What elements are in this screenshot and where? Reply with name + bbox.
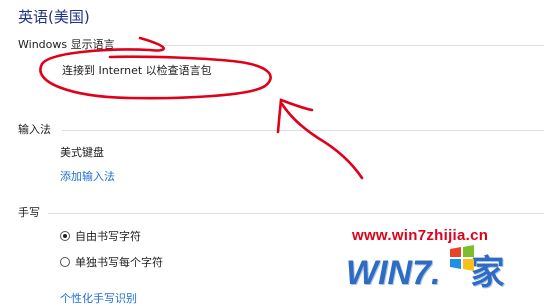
- watermark-url: www.win7zhijia.cn: [352, 227, 489, 244]
- keyboard-item: 美式键盘: [60, 146, 104, 159]
- display-language-section-title: Windows 显示语言: [18, 38, 115, 51]
- input-method-divider: [62, 130, 544, 131]
- personalize-handwriting-link[interactable]: 个性化手写识别: [60, 290, 137, 306]
- radio-freeform-writing[interactable]: 自由书写字符: [60, 228, 141, 244]
- annotation-arrow: [280, 102, 364, 180]
- display-language-status: 连接到 Internet 以检查语言包: [62, 64, 212, 77]
- radio-button[interactable]: [60, 257, 70, 267]
- radio-single-character-writing[interactable]: 单独书写每个字符: [60, 254, 163, 270]
- handwriting-section-title: 手写: [18, 206, 40, 219]
- radio-label: 单独书写每个字符: [75, 256, 163, 269]
- add-input-method-link[interactable]: 添加输入法: [60, 168, 115, 184]
- input-method-section-title: 输入法: [18, 123, 51, 136]
- handwriting-divider: [48, 213, 544, 214]
- display-language-divider: [160, 45, 544, 46]
- radio-label: 自由书写字符: [75, 230, 141, 243]
- annotation-arrowhead: [276, 98, 314, 134]
- page-title: 英语(美国): [18, 8, 90, 26]
- watermark-logo: WIN7. 家: [346, 245, 504, 294]
- windows-flag-icon: [450, 245, 474, 271]
- radio-button-selected[interactable]: [60, 231, 70, 241]
- watermark-logo-text: WIN7.: [346, 254, 441, 292]
